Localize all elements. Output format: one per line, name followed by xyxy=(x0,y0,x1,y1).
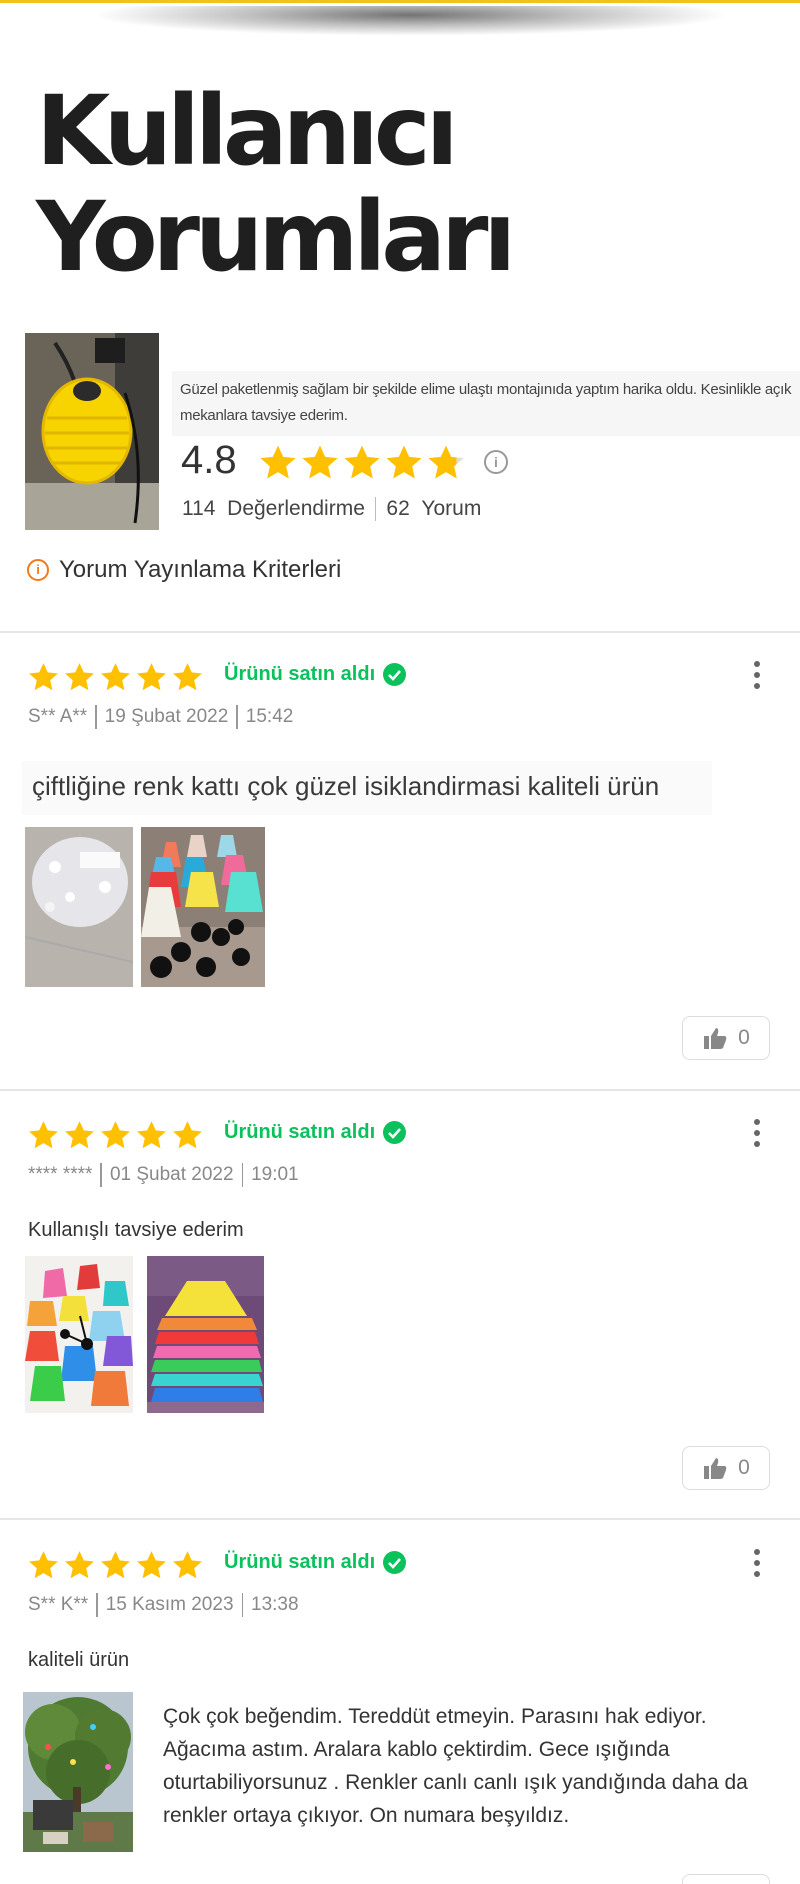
star-icon xyxy=(260,445,296,479)
thumbs-up-icon xyxy=(704,1458,727,1479)
like-button[interactable]: 0 xyxy=(682,1016,770,1060)
review-photo[interactable] xyxy=(23,1692,133,1852)
average-score: 4.8 xyxy=(181,438,237,482)
star-icon xyxy=(137,663,166,691)
review-criteria-link[interactable]: i Yorum Yayınlama Kriterleri xyxy=(27,556,341,584)
info-icon: i xyxy=(27,559,49,581)
review-stars xyxy=(27,1549,204,1582)
review-photo[interactable] xyxy=(25,827,133,987)
divider xyxy=(0,1518,800,1520)
review-meta: S** K** 15 Kasım 2023 13:38 xyxy=(28,1593,299,1617)
review-comment: kaliteli ürün xyxy=(28,1649,130,1671)
divider xyxy=(0,631,800,633)
thumbs-up-icon xyxy=(704,1028,727,1049)
info-icon[interactable]: i xyxy=(484,450,508,474)
star-icon xyxy=(29,1551,58,1579)
divider xyxy=(0,1089,800,1091)
top-accent-line xyxy=(0,0,800,3)
summary-quote: Güzel paketlenmiş sağlam bir şekilde eli… xyxy=(172,371,800,436)
review-comment: Kullanışlı tavsiye ederim xyxy=(28,1219,244,1241)
star-icon xyxy=(173,1551,202,1579)
verified-purchase-badge: Ürünü satın aldı xyxy=(224,663,407,686)
star-icon xyxy=(65,1551,94,1579)
check-icon xyxy=(383,1551,407,1574)
separator xyxy=(374,497,377,521)
star-icon xyxy=(65,663,94,691)
verified-purchase-badge: Ürünü satın aldı xyxy=(224,1121,407,1144)
review-stars xyxy=(27,1119,204,1152)
more-options-icon[interactable] xyxy=(752,1549,762,1581)
page-title: Kullanıcı Yorumları xyxy=(36,75,516,293)
star-icon xyxy=(101,1121,130,1149)
star-icon xyxy=(29,663,58,691)
star-icon xyxy=(302,445,338,479)
more-options-icon[interactable] xyxy=(752,1119,762,1151)
check-icon xyxy=(383,1121,407,1144)
review-photo[interactable] xyxy=(25,1256,133,1413)
star-icon xyxy=(137,1121,166,1149)
star-icon xyxy=(137,1551,166,1579)
average-stars xyxy=(258,443,466,483)
star-icon xyxy=(173,663,202,691)
review-comment: çiftliğine renk kattı çok güzel isikland… xyxy=(22,761,712,815)
verified-purchase-badge: Ürünü satın aldı xyxy=(224,1551,407,1574)
star-icon xyxy=(173,1121,202,1149)
star-icon xyxy=(428,445,464,479)
star-icon xyxy=(344,445,380,479)
star-icon xyxy=(101,1551,130,1579)
check-icon xyxy=(383,663,407,686)
review-photo[interactable] xyxy=(147,1256,264,1413)
like-button[interactable] xyxy=(682,1874,770,1884)
like-button[interactable]: 0 xyxy=(682,1446,770,1490)
product-photo[interactable] xyxy=(25,333,159,530)
more-options-icon[interactable] xyxy=(752,661,762,693)
star-icon xyxy=(29,1121,58,1149)
rating-counts: 114 Değerlendirme 62 Yorum xyxy=(182,497,482,521)
review-meta: S** A** 19 Şubat 2022 15:42 xyxy=(28,705,294,729)
review-photo[interactable] xyxy=(141,827,265,987)
photo-review-text: Çok çok beğendim. Tereddüt etmeyin. Para… xyxy=(163,1705,748,1827)
star-icon xyxy=(386,445,422,479)
star-icon xyxy=(65,1121,94,1149)
star-icon xyxy=(101,663,130,691)
review-meta: **** **** 01 Şubat 2022 19:01 xyxy=(28,1163,299,1187)
top-shadow xyxy=(90,6,730,36)
review-stars xyxy=(27,661,204,694)
